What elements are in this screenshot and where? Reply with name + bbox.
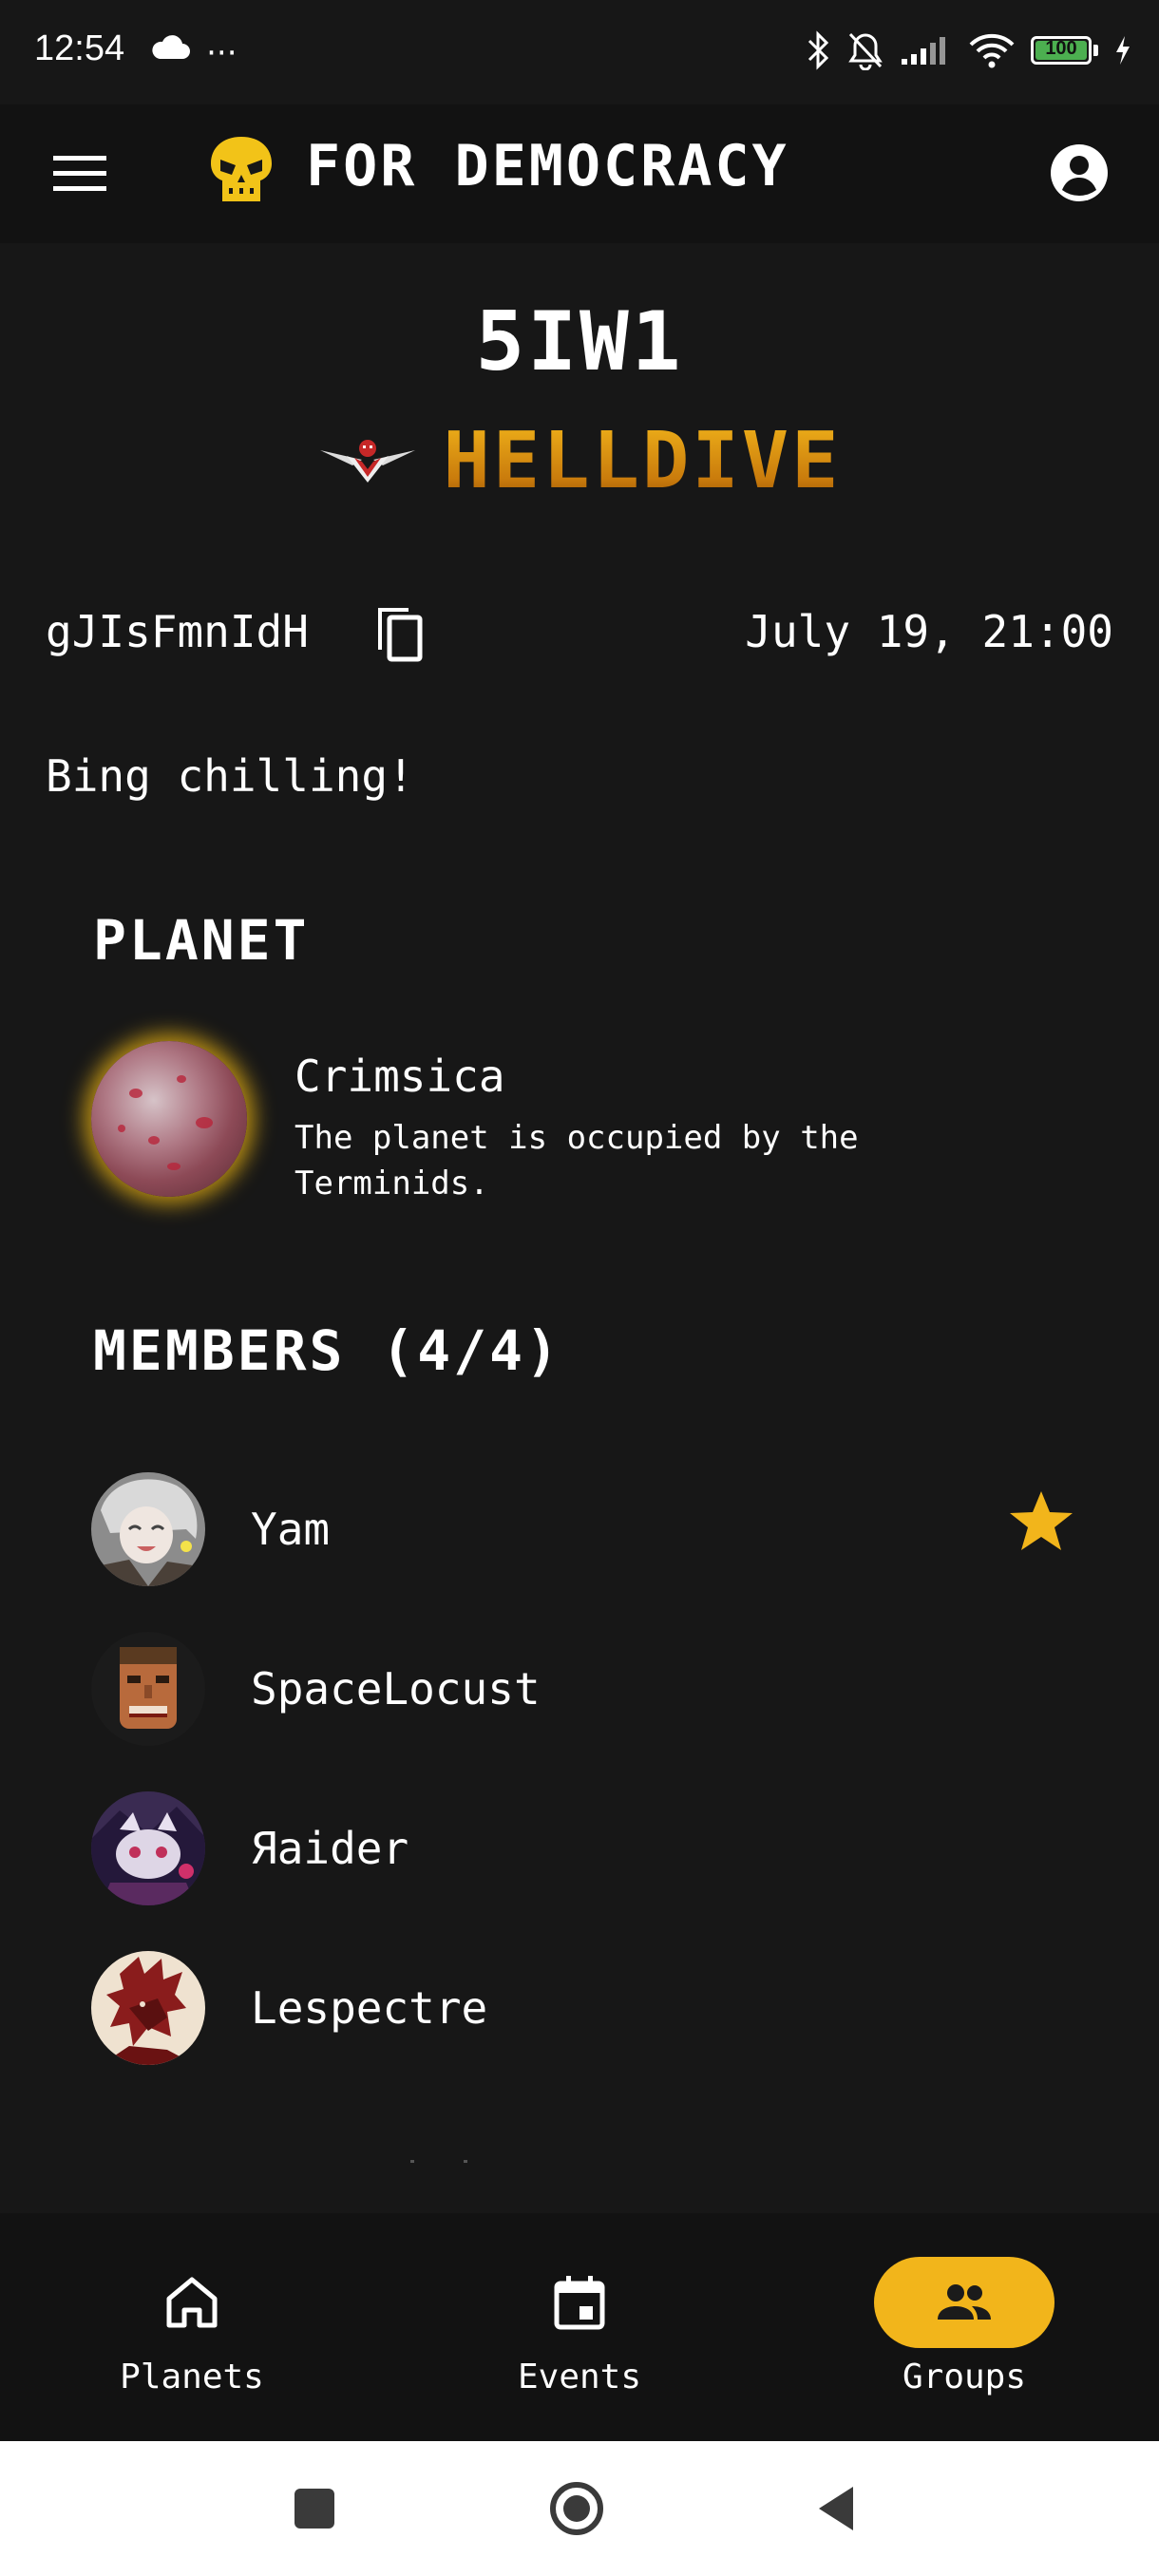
back-icon[interactable] bbox=[806, 2475, 872, 2542]
nav-label: Events bbox=[517, 2358, 642, 2396]
recents-icon[interactable] bbox=[281, 2475, 348, 2542]
battery-tip bbox=[1093, 45, 1098, 56]
nav-label: Planets bbox=[120, 2358, 264, 2396]
charging-icon bbox=[1116, 36, 1130, 65]
menu-button[interactable] bbox=[46, 142, 114, 203]
copy-id-button[interactable] bbox=[365, 597, 435, 667]
copy-icon bbox=[378, 608, 423, 662]
account-circle-icon bbox=[1051, 144, 1108, 201]
system-navigation-bar bbox=[0, 2441, 1159, 2576]
battery-level: 100 bbox=[1045, 38, 1077, 59]
leader-star-icon bbox=[1010, 1491, 1073, 1550]
helldivers-emblem-icon bbox=[319, 439, 415, 483]
scroll-hint bbox=[410, 2160, 467, 2163]
notifications-off-icon bbox=[848, 32, 883, 70]
planet-section-title: PLANET bbox=[93, 908, 310, 973]
app-bar: FOR DEMOCRACY bbox=[0, 104, 1159, 243]
member-name: Yam bbox=[251, 1504, 331, 1555]
group-id-row: gJIsFmnIdH July 19, 21:00 bbox=[46, 597, 1113, 672]
bluetooth-icon bbox=[808, 30, 829, 70]
planet-name: Crimsica bbox=[294, 1051, 505, 1102]
member-row[interactable]: Яaider bbox=[91, 1769, 1079, 1928]
planet-image bbox=[91, 1041, 247, 1197]
status-bar: 12:54 ··· 100 bbox=[0, 0, 1159, 104]
avatar bbox=[91, 1791, 205, 1905]
member-row[interactable]: Lespectre bbox=[91, 1928, 1079, 2088]
nav-label: Groups bbox=[902, 2358, 1027, 2396]
member-row[interactable]: SpaceLocust bbox=[91, 1609, 1079, 1769]
group-datetime: July 19, 21:00 bbox=[745, 606, 1113, 657]
app-title: FOR DEMOCRACY bbox=[306, 133, 789, 199]
avatar bbox=[91, 1472, 205, 1586]
members-section-title: MEMBERS (4/4) bbox=[93, 1318, 561, 1383]
group-id: gJIsFmnIdH bbox=[46, 606, 309, 657]
cloud-icon bbox=[152, 35, 190, 59]
wifi-icon bbox=[969, 33, 1015, 68]
nav-item-events[interactable]: Events bbox=[437, 2213, 722, 2441]
status-right-icons: 100 bbox=[807, 30, 1132, 70]
status-time: 12:54 bbox=[34, 28, 125, 68]
group-code: 5IW1 bbox=[475, 294, 684, 389]
member-name: Яaider bbox=[251, 1823, 409, 1874]
planet-card[interactable]: Crimsica The planet is occupied by the T… bbox=[91, 1041, 1079, 1203]
nav-item-groups[interactable]: Groups bbox=[822, 2213, 1107, 2441]
account-button[interactable] bbox=[1041, 135, 1117, 211]
menu-icon bbox=[53, 156, 106, 191]
nav-item-planets[interactable]: Planets bbox=[49, 2213, 334, 2441]
member-name: SpaceLocust bbox=[251, 1663, 541, 1714]
member-row[interactable]: Yam bbox=[91, 1449, 1079, 1609]
status-overflow: ··· bbox=[206, 34, 238, 72]
home-button-icon[interactable] bbox=[543, 2475, 610, 2542]
battery-icon: 100 bbox=[1031, 36, 1092, 65]
bottom-navigation: Planets Events Groups bbox=[0, 2213, 1159, 2441]
avatar bbox=[91, 1632, 205, 1746]
calendar-icon bbox=[554, 2276, 605, 2330]
planet-description: The planet is occupied by the Terminids. bbox=[294, 1119, 859, 1203]
mission-type: HELLDIVE bbox=[443, 416, 842, 506]
signal-icon bbox=[902, 37, 945, 65]
group-description: Bing chilling! bbox=[46, 750, 414, 802]
mission-row: HELLDIVE bbox=[0, 416, 1159, 506]
group-icon bbox=[938, 2284, 991, 2320]
member-list: Yam SpaceLocust Яaider Lespectre bbox=[91, 1449, 1079, 2088]
skull-logo-icon bbox=[211, 137, 272, 201]
avatar bbox=[91, 1951, 205, 2065]
member-name: Lespectre bbox=[251, 1982, 488, 2034]
home-icon bbox=[166, 2277, 218, 2328]
status-left-icons: ··· bbox=[150, 34, 238, 72]
